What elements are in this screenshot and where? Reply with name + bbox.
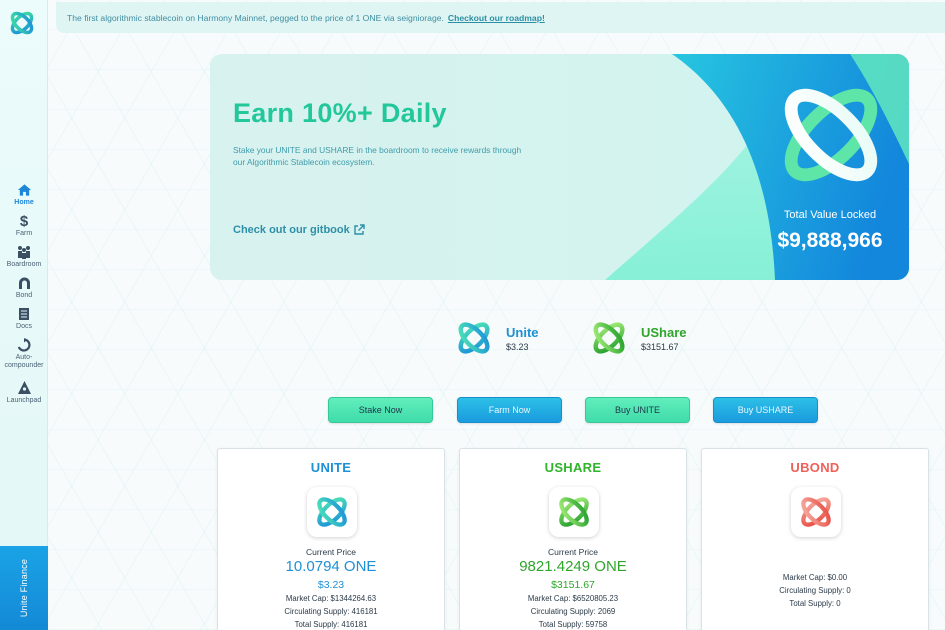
sidebar-item-label: Farm (15, 230, 33, 237)
ushare-name: UShare (641, 324, 687, 340)
sidebar-item-label: Home (14, 199, 34, 206)
sidebar-item-label: Auto-compounder (4, 354, 44, 369)
sidebar: Home $ Farm Boardroom Bond Docs Auto-com… (0, 0, 48, 630)
circulating-supply: Circulating Supply: 0 (779, 586, 851, 595)
card-logo (307, 487, 357, 537)
unite-token-icon (317, 497, 347, 527)
current-price-label: Current Price (305, 547, 357, 557)
gitbook-link-label: Check out our gitbook (233, 224, 350, 236)
unite-logo-icon[interactable] (8, 9, 36, 37)
launchpad-icon (16, 380, 32, 396)
total-supply: Total Supply: 0 (789, 599, 841, 608)
hero-description: Stake your UNITE and USHARE in the board… (233, 145, 522, 167)
sidebar-item-bond[interactable]: Bond (0, 275, 48, 306)
refresh-icon (16, 337, 32, 353)
market-cap: Market Cap: $1344264.63 (285, 594, 377, 603)
current-price-label: Current Price (547, 547, 599, 557)
price-one: 10.0794 ONE (285, 558, 377, 575)
people-icon (16, 244, 32, 260)
sidebar-nav: Home $ Farm Boardroom Bond Docs Auto-com… (0, 182, 48, 411)
hero-banner: Earn 10%+ Daily Stake your UNITE and USH… (210, 54, 909, 280)
ushare-card: USHARE Current Price 9821.4249 ONE $3151… (459, 448, 687, 630)
unite-token-icon (458, 322, 490, 354)
sidebar-item-launchpad[interactable]: Launchpad (0, 380, 48, 411)
total-supply: Total Supply: 59758 (538, 620, 608, 629)
bond-icon (16, 275, 32, 291)
farm-now-button[interactable]: Farm Now (457, 397, 562, 423)
docs-icon (16, 306, 32, 322)
brand-label: Unite Finance (19, 558, 30, 618)
price-usd: $3.23 (317, 579, 345, 591)
card-title: USHARE (544, 460, 602, 475)
sidebar-item-label: Boardroom (6, 261, 42, 268)
sidebar-item-label: Docs (16, 323, 32, 330)
unite-name: Unite (506, 324, 539, 340)
tvl-value: $9,888,966 (777, 229, 883, 252)
price-usd: $3151.67 (551, 579, 595, 591)
hero-title: Earn 10%+ Daily (233, 98, 447, 128)
buy-ushare-button[interactable]: Buy USHARE (713, 397, 818, 423)
stake-now-button[interactable]: Stake Now (328, 397, 433, 423)
buy-unite-button[interactable]: Buy UNITE (585, 397, 690, 423)
ushare-summary: UShare $3151.67 (589, 318, 687, 358)
sidebar-item-label: Launchpad (6, 397, 42, 404)
card-title: UBOND (790, 460, 840, 475)
card-logo (791, 487, 841, 537)
price-one: 9821.4249 ONE (519, 558, 627, 575)
ushare-token-icon (559, 497, 589, 527)
sidebar-item-home[interactable]: Home (0, 182, 48, 213)
tvl-label: Total Value Locked (783, 209, 877, 221)
external-link-icon (354, 224, 365, 235)
ushare-token-icon (593, 322, 625, 354)
ubond-token-icon (801, 497, 831, 527)
sidebar-item-boardroom[interactable]: Boardroom (0, 244, 48, 275)
unite-card: UNITE Current Price 10.0794 ONE $3.23 Ma… (217, 448, 445, 630)
ushare-price: $3151.67 (641, 341, 679, 352)
market-cap: Market Cap: $0.00 (782, 573, 848, 582)
dollar-icon: $ (19, 212, 29, 230)
announcement-bar: The first algorithmic stablecoin on Harm… (56, 2, 945, 33)
sidebar-item-farm[interactable]: $ Farm (0, 213, 48, 244)
home-icon (16, 182, 32, 198)
sidebar-item-label: Bond (15, 292, 33, 299)
card-logo (549, 487, 599, 537)
roadmap-link[interactable]: Checkout our roadmap! (448, 13, 545, 23)
circulating-supply: Circulating Supply: 2069 (530, 607, 616, 616)
unite-price: $3.23 (506, 341, 529, 352)
total-supply: Total Supply: 416181 (294, 620, 368, 629)
unite-large-logo-icon (784, 88, 878, 182)
market-cap: Market Cap: $6520805.23 (527, 594, 619, 603)
announcement-text: The first algorithmic stablecoin on Harm… (67, 12, 444, 23)
gitbook-link[interactable]: Check out our gitbook (233, 224, 365, 236)
sidebar-item-docs[interactable]: Docs (0, 306, 48, 337)
card-title: UNITE (310, 460, 352, 475)
unite-summary: Unite $3.23 (454, 318, 539, 358)
brand-tab[interactable]: Unite Finance (0, 546, 48, 630)
sidebar-item-auto-compounder[interactable]: Auto-compounder (0, 337, 48, 380)
circulating-supply: Circulating Supply: 416181 (284, 607, 378, 616)
ubond-card: UBOND Market Cap: $0.00 Circulating Supp… (701, 448, 929, 630)
